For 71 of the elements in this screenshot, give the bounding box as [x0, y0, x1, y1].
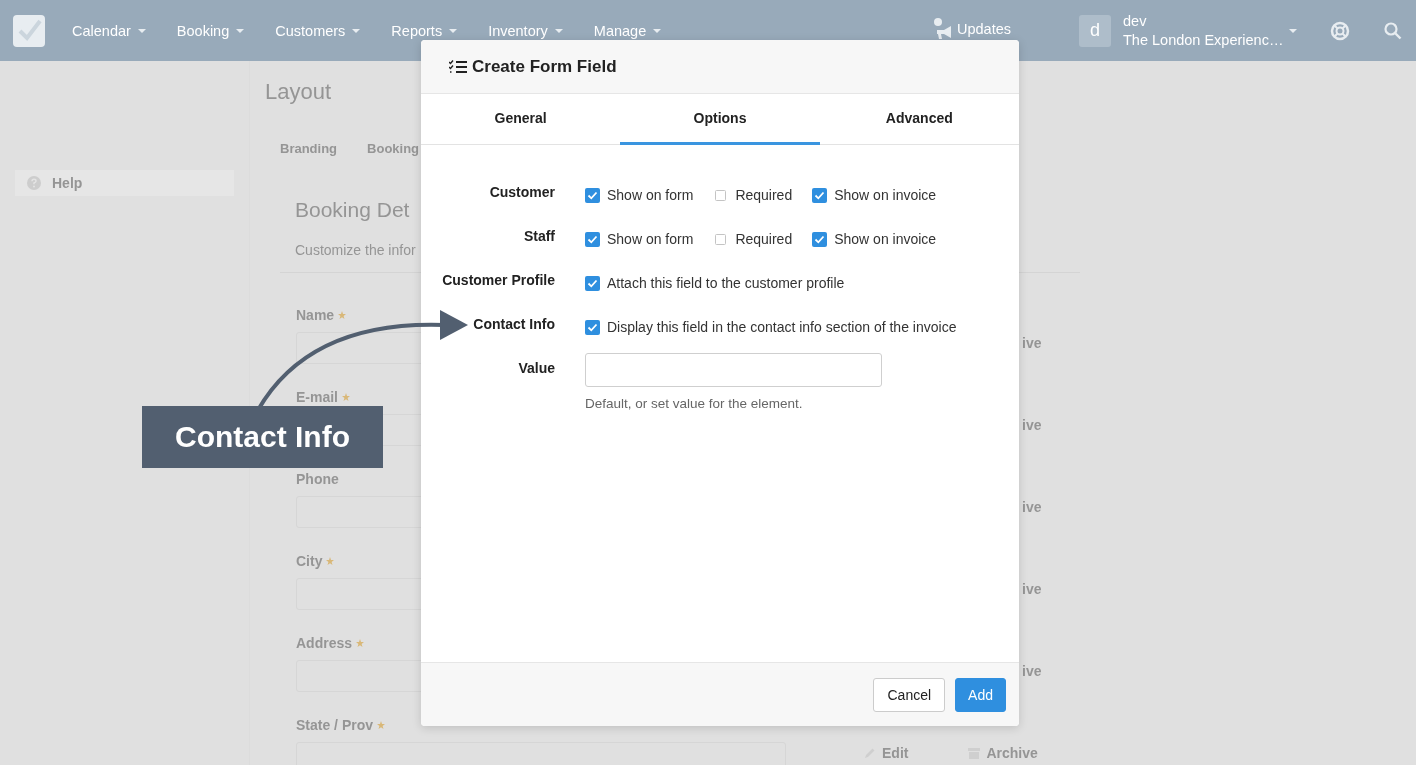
option-label: Staff	[522, 227, 555, 246]
help-icon[interactable]	[1330, 20, 1350, 41]
checkbox[interactable]	[713, 231, 729, 247]
nav-menu[interactable]: Customers	[275, 22, 362, 39]
checkbox-label: Show on form	[607, 231, 694, 247]
checkbox[interactable]	[812, 231, 828, 247]
edit-link[interactable]: Edit	[864, 745, 909, 761]
checkbox-label: Show on invoice	[834, 187, 937, 203]
caret-icon	[351, 27, 362, 34]
action-link[interactable]: ive	[1022, 663, 1042, 679]
dialog-title: Create Form Field	[472, 56, 617, 77]
tab[interactable]: General	[421, 94, 621, 145]
callout-label: Contact Info	[142, 406, 383, 468]
logo-icon[interactable]	[13, 14, 45, 47]
avatar[interactable]: d	[1079, 14, 1111, 47]
checkbox[interactable]	[585, 187, 600, 203]
user-name: dev	[1123, 11, 1148, 31]
option-label: Value	[517, 359, 555, 378]
question-icon	[27, 176, 41, 190]
nav-menu[interactable]: Booking	[176, 22, 246, 39]
field-label: E-mail	[296, 388, 338, 405]
checkbox[interactable]	[585, 275, 600, 291]
action-link[interactable]: ive	[1022, 335, 1042, 351]
cancel-button[interactable]: Cancel	[873, 677, 946, 712]
help-text: Default, or set value for the element.	[585, 396, 804, 411]
caret-icon	[235, 27, 246, 34]
checkbox-label: Required	[735, 187, 793, 203]
search-icon[interactable]	[1384, 21, 1402, 40]
caret-icon	[652, 27, 663, 34]
nav-menu[interactable]: Manage	[593, 22, 663, 39]
checkbox[interactable]	[585, 319, 600, 335]
checkbox[interactable]	[812, 187, 828, 203]
action-link[interactable]: ive	[1022, 417, 1042, 433]
checkbox[interactable]	[585, 231, 600, 247]
checkbox-label: Show on form	[607, 187, 694, 203]
section-description: Customize the infor	[295, 242, 416, 258]
field-label: City	[296, 552, 323, 569]
caret-icon	[553, 27, 564, 34]
nav-menu[interactable]: Calendar	[72, 22, 147, 39]
checkbox[interactable]	[713, 187, 729, 203]
checkbox-label: Attach this field to the customer profile	[607, 275, 845, 291]
field-label: Name	[296, 306, 335, 323]
value-field[interactable]	[585, 353, 882, 387]
checkbox-label: Display this field in the contact info section of the invoice	[607, 319, 957, 335]
add-button[interactable]: Add	[955, 677, 1006, 712]
field-label: Phone	[296, 470, 339, 487]
checkbox-label: Required	[735, 231, 793, 247]
checklist-icon	[449, 59, 467, 74]
checkbox-label: Show on invoice	[834, 231, 937, 247]
caret-icon	[136, 27, 147, 34]
section-title: Booking Det	[295, 198, 410, 222]
page-tab[interactable]: Booking	[367, 141, 420, 156]
archive-link[interactable]: Archive	[968, 745, 1038, 761]
sidebar-item[interactable]: Help	[15, 170, 234, 196]
tab[interactable]: Options	[620, 94, 820, 145]
caret-icon[interactable]	[1288, 27, 1298, 34]
field-label: Address	[296, 634, 353, 651]
action-link[interactable]: ive	[1022, 499, 1042, 515]
caret-icon	[448, 27, 459, 34]
updates-link[interactable]: Updates	[934, 17, 1011, 40]
page-title: Layout	[265, 79, 332, 105]
tab[interactable]: Advanced	[819, 94, 1019, 145]
nav-menu[interactable]: Reports	[391, 22, 459, 39]
option-label: Contact Info	[472, 315, 555, 334]
page-tab[interactable]: Branding	[280, 141, 338, 156]
field-label: State / Prov	[296, 716, 374, 733]
account-name: The London Experienc…	[1123, 30, 1285, 50]
action-link[interactable]: ive	[1022, 581, 1042, 597]
option-label: Customer	[488, 183, 555, 202]
option-label: Customer Profile	[441, 271, 555, 290]
nav-menu[interactable]: Inventory	[488, 22, 564, 39]
